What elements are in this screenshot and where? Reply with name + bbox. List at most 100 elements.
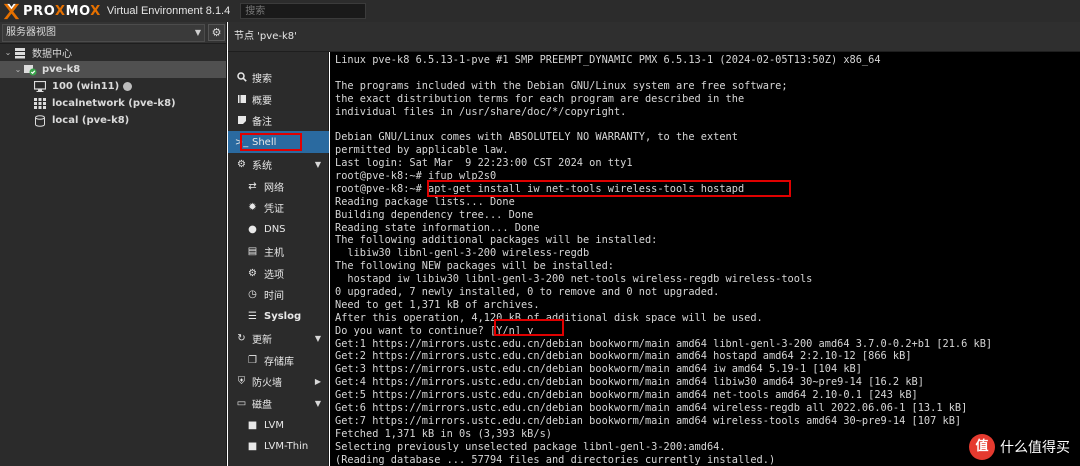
tree-item-localnetwork[interactable]: localnetwork (pve-k8) <box>0 95 226 112</box>
chevron-down-icon: ▼ <box>314 159 321 169</box>
list-icon: ☰ <box>248 310 257 322</box>
proxmox-logo[interactable]: PROXMOX <box>3 3 101 20</box>
terminal-line: root@pve-k8:~# ifup wlp2s0 <box>335 170 497 183</box>
terminal-line: Last login: Sat Mar 9 22:23:00 CST 2024 … <box>335 157 633 170</box>
menu-item-disks[interactable]: ▭ 磁盘 ▼ <box>228 392 329 414</box>
menu-item-lvm[interactable]: ■ LVM <box>228 414 329 436</box>
tree-settings-gear-button[interactable]: ⚙ <box>208 24 225 41</box>
menu-item-label: 时间 <box>264 290 284 302</box>
note-icon <box>235 115 248 125</box>
menu-item-system[interactable]: ⚙ 系统 ▼ <box>228 153 329 175</box>
menu-item-hosts[interactable]: ▤ 主机 <box>228 240 329 262</box>
brand-name: PROXMOX <box>23 3 101 19</box>
terminal-line: Building dependency tree... Done <box>335 208 534 221</box>
menu-item-time[interactable]: ◷ 时间 <box>228 283 329 305</box>
watermark-badge: 值 <box>969 434 995 460</box>
terminal-line: After this operation, 4,120 kB of additi… <box>335 311 763 324</box>
menu-item-network[interactable]: ⇄ 网络 <box>228 175 329 197</box>
menu-item-certificates[interactable]: ✹ 凭证 <box>228 196 329 218</box>
terminal-line: Linux pve-k8 6.5.13-1-pve #1 SMP PREEMPT… <box>335 54 881 66</box>
chevron-right-icon: ▶ <box>314 376 321 386</box>
terminal-line: Need to get 1,371 kB of archives. <box>335 298 540 311</box>
watermark: 值 什么值得买 <box>969 434 1070 460</box>
shell-terminal[interactable]: Linux pve-k8 6.5.13-1-pve #1 SMP PREEMPT… <box>330 52 1080 466</box>
storage-icon <box>33 114 47 127</box>
terminal-line: Get:1 https://mirrors.ustc.edu.cn/debian… <box>335 337 993 350</box>
terminal-line: The following additional packages will b… <box>335 234 658 247</box>
menu-item-label: 网络 <box>264 182 284 194</box>
hdd-icon: ▭ <box>236 397 247 409</box>
book-icon <box>235 94 248 104</box>
terminal-line: Reading state information... Done <box>335 221 540 234</box>
terminal-icon: >_ <box>234 136 249 148</box>
terminal-line: Do you want to continue? [Y/n] y <box>335 324 534 337</box>
menu-item-dns[interactable]: ● DNS <box>228 218 329 240</box>
menu-item-label: 概要 <box>252 95 272 107</box>
grid-network-icon <box>33 98 47 110</box>
menu-item-lvm-thin[interactable]: ■ LVM-Thin <box>228 435 329 457</box>
watermark-text: 什么值得买 <box>1000 440 1070 456</box>
menu-item-search[interactable]: 搜索 <box>228 66 329 88</box>
menu-item-label: 搜索 <box>252 73 272 85</box>
menu-item-label: 系统 <box>252 160 272 172</box>
terminal-line: Get:2 https://mirrors.ustc.edu.cn/debian… <box>335 350 912 363</box>
datacenter-icon <box>13 47 27 59</box>
menu-item-label: DNS <box>264 223 286 235</box>
shield-icon: ⛨ <box>237 375 246 387</box>
menu-item-shell[interactable]: >_ Shell <box>228 131 329 153</box>
terminal-line: Get:3 https://mirrors.ustc.edu.cn/debian… <box>335 363 862 376</box>
terminal-line: permitted by applicable law. <box>335 144 509 157</box>
version-label: Virtual Environment 8.1.4 <box>106 5 231 17</box>
tree-item-label: local (pve-k8) <box>52 115 130 126</box>
menu-item-syslog[interactable]: ☰ Syslog <box>228 305 329 327</box>
tree-item-local-storage[interactable]: local (pve-k8) <box>0 112 226 129</box>
menu-item-notes[interactable]: 备注 <box>228 109 329 131</box>
menu-item-firewall[interactable]: ⛨ 防火墙 ▶ <box>228 370 329 392</box>
terminal-line: root@pve-k8:~# apt-get install iw net-to… <box>335 182 745 195</box>
menu-item-label: 磁盘 <box>252 399 272 411</box>
terminal-line: Debian GNU/Linux comes with ABSOLUTELY N… <box>335 131 738 144</box>
menu-item-label: 防火墙 <box>252 377 282 389</box>
square-icon: ■ <box>247 419 258 431</box>
menu-item-options[interactable]: ⚙ 选项 <box>228 262 329 284</box>
expand-arrow-icon[interactable]: ⌄ <box>13 65 23 74</box>
menu-item-label: LVM <box>264 419 284 431</box>
server-view-select[interactable]: 服务器视图 ▼ <box>2 23 205 42</box>
global-search-input[interactable] <box>240 3 367 19</box>
tree-item-vm-100[interactable]: 100 (win11) <box>0 78 226 95</box>
proxmox-x-logo-icon <box>3 3 20 20</box>
terminal-line: the exact distribution terms for each pr… <box>335 92 745 105</box>
resource-tree-panel: 服务器视图 ▼ ⚙ ⌄ 数据中心 ⌄ pve-k8 100 (win11) lo… <box>0 22 227 466</box>
menu-item-summary[interactable]: 概要 <box>228 88 329 110</box>
tree-item-datacenter[interactable]: ⌄ 数据中心 <box>0 44 226 61</box>
menu-item-repositories[interactable]: ❐ 存储库 <box>228 349 329 371</box>
globe-icon: ● <box>248 223 257 235</box>
terminal-line: individual files in /usr/share/doc/*/cop… <box>335 105 627 118</box>
cogs-icon: ⚙ <box>237 158 246 170</box>
network-arrows-icon: ⇄ <box>248 180 257 192</box>
monitor-icon <box>33 81 47 93</box>
terminal-line: libiw30 libnl-genl-3-200 wireless-regdb <box>335 247 590 260</box>
gear-icon: ⚙ <box>248 267 257 279</box>
menu-item-label: 主机 <box>264 247 284 259</box>
search-icon <box>235 72 248 82</box>
view-selector-bar: 服务器视图 ▼ ⚙ <box>0 22 226 44</box>
menu-item-updates[interactable]: ↻ 更新 ▼ <box>228 327 329 349</box>
page-title: 节点 'pve-k8' <box>234 31 297 42</box>
tree-item-node-pve-k8[interactable]: ⌄ pve-k8 <box>0 61 226 78</box>
terminal-line: Get:6 https://mirrors.ustc.edu.cn/debian… <box>335 402 968 415</box>
menu-item-label: LVM-Thin <box>264 440 309 452</box>
files-icon: ❐ <box>248 354 257 366</box>
clock-icon: ◷ <box>248 288 257 300</box>
menu-item-label: 存储库 <box>264 356 294 368</box>
server-view-select-label: 服务器视图 <box>6 26 56 38</box>
menu-item-label: Syslog <box>264 310 302 322</box>
content-header: 节点 'pve-k8' <box>228 22 1080 52</box>
terminal-line: The following NEW packages will be insta… <box>335 260 614 273</box>
file-icon: ▤ <box>247 245 258 257</box>
tree-item-label: 100 (win11) <box>52 81 120 92</box>
menu-item-label: 备注 <box>252 116 272 128</box>
expand-arrow-icon[interactable]: ⌄ <box>3 48 13 57</box>
